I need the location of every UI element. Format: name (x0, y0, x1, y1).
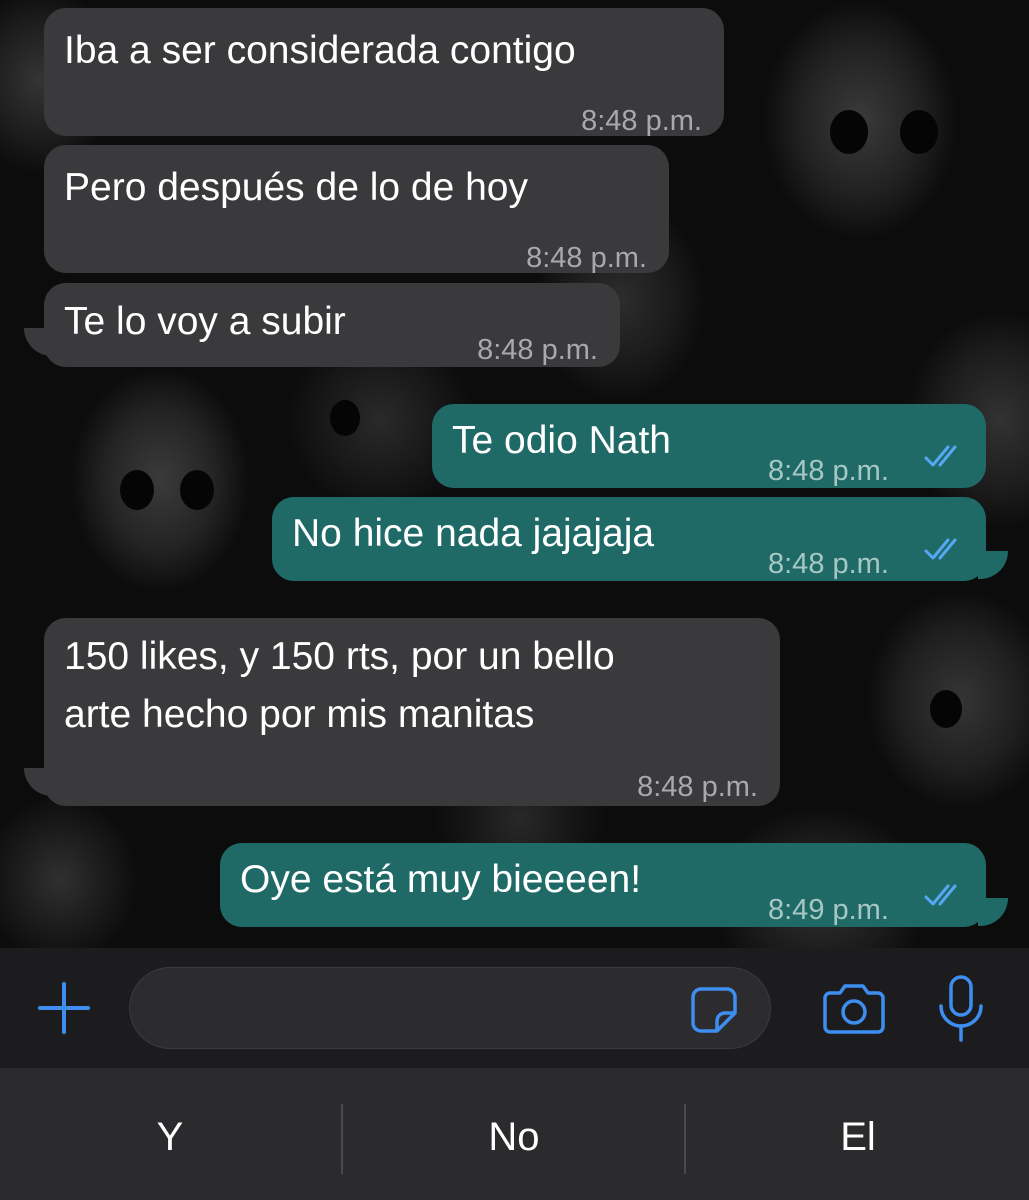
suggestion-el[interactable]: El (688, 1097, 1028, 1177)
message-text: Oye está muy bieeeen! (240, 858, 642, 901)
incoming-message[interactable]: 150 likes, y 150 rts, por un bello arte … (44, 618, 780, 806)
incoming-message[interactable]: Pero después de lo de hoy 8:48 p.m. (44, 145, 669, 274)
outgoing-message[interactable]: Te odio Nath 8:48 p.m. (432, 404, 986, 488)
message-text-line: 150 likes, y 150 rts, por un bello (64, 635, 615, 678)
suggestion-y[interactable]: Y (0, 1097, 340, 1177)
message-text: Te lo voy a subir (64, 300, 346, 343)
read-receipt-icon (924, 884, 957, 906)
message-text: Pero después de lo de hoy (64, 166, 529, 209)
camera-icon[interactable] (822, 981, 886, 1035)
outgoing-message[interactable]: No hice nada jajajaja 8:48 p.m. (272, 497, 986, 581)
message-time: 8:48 p.m. (637, 771, 758, 803)
message-time: 8:49 p.m. (768, 894, 889, 926)
message-time: 8:48 p.m. (581, 105, 702, 137)
message-text: No hice nada jajajaja (292, 512, 655, 555)
read-receipt-icon (924, 445, 957, 467)
message-input[interactable] (129, 967, 771, 1049)
message-text: Iba a ser considerada contigo (64, 29, 576, 72)
incoming-message[interactable]: Te lo voy a subir 8:48 p.m. (44, 283, 620, 367)
plus-icon[interactable] (36, 980, 92, 1036)
sticker-icon[interactable] (689, 985, 739, 1035)
suggestion-no[interactable]: No (344, 1097, 684, 1177)
message-text-line: arte hecho por mis manitas (64, 693, 535, 736)
suggestion-divider (341, 1104, 343, 1174)
microphone-icon[interactable] (936, 974, 986, 1044)
message-time: 8:48 p.m. (526, 242, 647, 274)
suggestion-divider (684, 1104, 686, 1174)
message-time: 8:48 p.m. (768, 455, 889, 487)
read-receipt-icon (924, 538, 957, 560)
message-time: 8:48 p.m. (768, 548, 889, 580)
message-input-bar (0, 948, 1029, 1068)
outgoing-message[interactable]: Oye está muy bieeeen! 8:49 p.m. (220, 843, 986, 927)
message-text: Te odio Nath (452, 419, 671, 462)
message-time: 8:48 p.m. (477, 334, 598, 366)
incoming-message[interactable]: Iba a ser considerada contigo 8:48 p.m. (44, 8, 724, 137)
